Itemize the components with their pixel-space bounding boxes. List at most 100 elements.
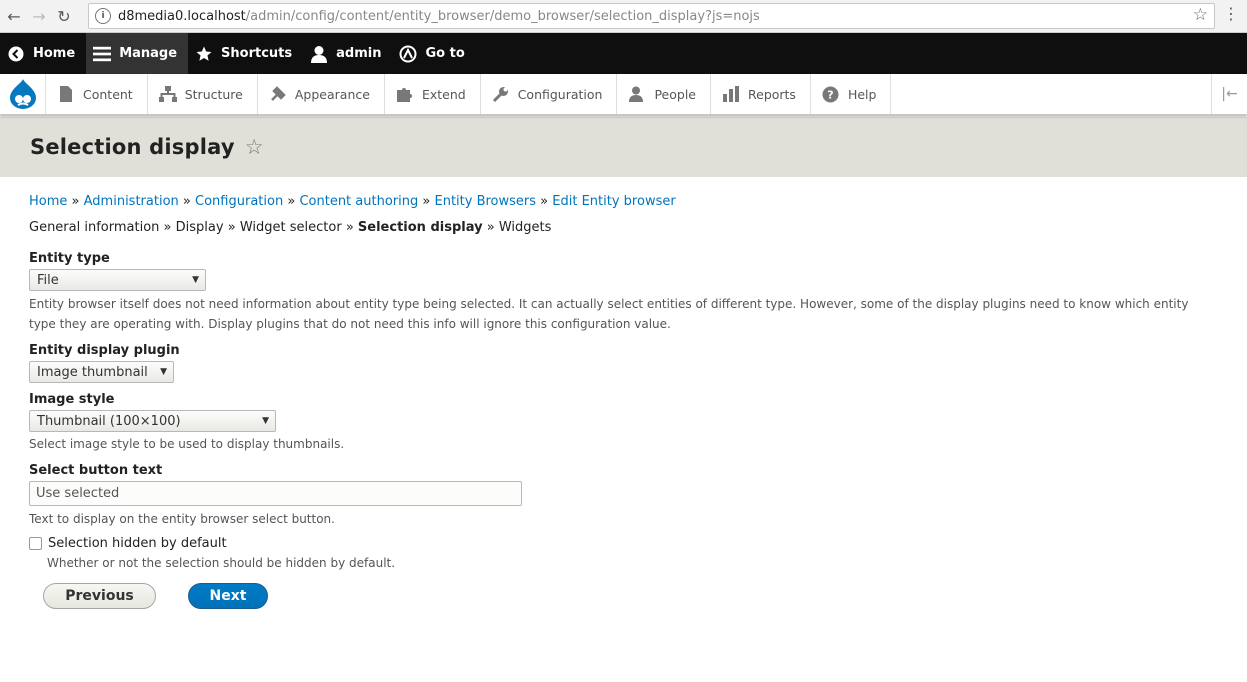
toolbar-shortcuts-label: Shortcuts [221, 46, 293, 61]
wizard-step: Widget selector [239, 220, 342, 235]
shortcut-star-icon[interactable]: ☆ [245, 135, 264, 159]
display-plugin-label: Entity display plugin [29, 343, 180, 358]
back-arrow-icon[interactable]: ← [3, 5, 25, 27]
main-content: Home » Administration » Configuration » … [0, 177, 1247, 609]
help-icon: ? [822, 85, 840, 103]
select-button-text-description: Text to display on the entity browser se… [29, 512, 335, 526]
wizard-step: Widgets [498, 220, 552, 235]
appearance-icon [269, 85, 287, 103]
extend-icon [396, 85, 414, 103]
breadcrumb-link[interactable]: Content authoring [299, 194, 418, 209]
wizard-step: General information [29, 220, 160, 235]
image-style-select[interactable]: Thumbnail (100×100) ▼ [29, 410, 276, 432]
url-host: d8media0.localhost [118, 8, 246, 24]
forward-arrow-icon[interactable]: → [28, 5, 50, 27]
selection-hidden-item: Selection hidden by default [29, 536, 1218, 551]
manage-tray: Content Structure Appearance Extend Conf… [0, 74, 1247, 115]
step-separator: » [486, 220, 495, 235]
dropdown-arrow-icon: ▼ [160, 367, 167, 377]
reload-icon[interactable]: ↻ [53, 5, 75, 27]
step-separator: » [163, 220, 172, 235]
wizard-step: Display [175, 220, 224, 235]
toolbar-manage[interactable]: Manage [86, 33, 189, 74]
toolbar-user[interactable]: admin [303, 33, 392, 74]
select-button-text-item: Select button text Use selected Text to … [29, 463, 1218, 529]
tray-item-label: Structure [184, 86, 243, 102]
tray-item-people[interactable]: People [617, 74, 711, 114]
breadcrumb: Home » Administration » Configuration » … [29, 194, 1218, 214]
tray-item-help[interactable]: ? Help [811, 74, 892, 114]
tray-item-appearance[interactable]: Appearance [258, 74, 385, 114]
collapse-tray-icon[interactable]: |← [1211, 74, 1247, 114]
entity-type-label: Entity type [29, 251, 110, 266]
configuration-icon [492, 85, 510, 103]
display-plugin-value: Image thumbnail [37, 364, 148, 380]
page-header: Selection display ☆ [0, 117, 1247, 177]
tray-item-label: Configuration [517, 86, 603, 102]
admin-toolbar: Home Manage Shortcuts admin Go to [0, 33, 1247, 74]
toolbar-home[interactable]: Home [0, 33, 86, 74]
tray-item-extend[interactable]: Extend [385, 74, 481, 114]
next-button[interactable]: Next [188, 583, 268, 609]
people-icon [628, 85, 646, 103]
select-button-text-input[interactable]: Use selected [29, 481, 522, 506]
structure-icon [158, 85, 177, 103]
breadcrumb-link[interactable]: Configuration [195, 194, 283, 209]
wizard-step-current: Selection display [357, 220, 483, 235]
breadcrumb-link[interactable]: Entity Browsers [434, 194, 536, 209]
star-icon [195, 45, 213, 63]
image-style-description: Select image style to be used to display… [29, 437, 345, 451]
info-icon[interactable]: i [95, 8, 111, 24]
breadcrumb-link[interactable]: Administration [84, 194, 179, 209]
content-icon [57, 85, 75, 103]
back-circle-icon [7, 45, 25, 63]
tray-item-label: Appearance [294, 86, 370, 102]
entity-type-value: File [37, 272, 59, 288]
drupal-logo-icon[interactable] [0, 74, 46, 114]
previous-button[interactable]: Previous [43, 583, 156, 609]
toolbar-home-label: Home [33, 46, 76, 61]
url-path: /admin/config/content/entity_browser/dem… [245, 8, 760, 24]
breadcrumb-separator: » [182, 194, 191, 209]
breadcrumb-link[interactable]: Edit Entity browser [552, 194, 675, 209]
breadcrumb-link[interactable]: Home [29, 194, 67, 209]
browser-toolbar: ← → ↻ i d8media0.localhost/admin/config/… [0, 0, 1247, 33]
user-icon [310, 45, 328, 63]
step-separator: » [227, 220, 236, 235]
tray-item-label: Content [83, 86, 133, 102]
toolbar-manage-label: Manage [119, 46, 178, 61]
selection-hidden-description: Whether or not the selection should be h… [47, 556, 396, 570]
tray-item-structure[interactable]: Structure [148, 74, 258, 114]
step-separator: » [345, 220, 354, 235]
entity-type-description: Entity browser itself does not need info… [29, 297, 1189, 331]
selection-hidden-label[interactable]: Selection hidden by default [48, 536, 227, 551]
tray-item-label: Help [847, 86, 877, 102]
form-actions: Previous Next [43, 583, 1218, 609]
dropdown-arrow-icon: ▼ [262, 416, 269, 426]
tray-item-reports[interactable]: Reports [711, 74, 811, 114]
display-plugin-item: Entity display plugin Image thumbnail ▼ [29, 343, 1218, 383]
bookmark-star-icon[interactable]: ☆ [1193, 5, 1208, 25]
breadcrumb-separator: » [71, 194, 80, 209]
address-bar[interactable]: i d8media0.localhost/admin/config/conten… [88, 3, 1215, 29]
select-button-text-label: Select button text [29, 463, 163, 478]
tray-item-content[interactable]: Content [46, 74, 148, 114]
selection-hidden-checkbox[interactable] [29, 537, 42, 550]
tray-item-label: Extend [421, 86, 466, 102]
browser-menu-icon[interactable]: ⋮ [1223, 6, 1239, 22]
entity-type-item: Entity type File ▼ Entity browser itself… [29, 251, 1218, 334]
wizard-steps: General information » Display » Widget s… [29, 220, 1218, 235]
entity-type-select[interactable]: File ▼ [29, 269, 206, 291]
select-button-text-value: Use selected [36, 486, 120, 501]
toolbar-goto[interactable]: Go to [392, 33, 475, 74]
svg-text:?: ? [828, 88, 834, 101]
tray-item-configuration[interactable]: Configuration [481, 74, 618, 114]
image-style-value: Thumbnail (100×100) [37, 413, 181, 429]
toolbar-goto-label: Go to [425, 46, 465, 61]
display-plugin-select[interactable]: Image thumbnail ▼ [29, 361, 174, 383]
toolbar-shortcuts[interactable]: Shortcuts [188, 33, 303, 74]
hamburger-icon [93, 45, 112, 63]
breadcrumb-separator: » [287, 194, 296, 209]
image-style-item: Image style Thumbnail (100×100) ▼ Select… [29, 392, 1218, 454]
tray-item-label: Reports [748, 86, 796, 102]
